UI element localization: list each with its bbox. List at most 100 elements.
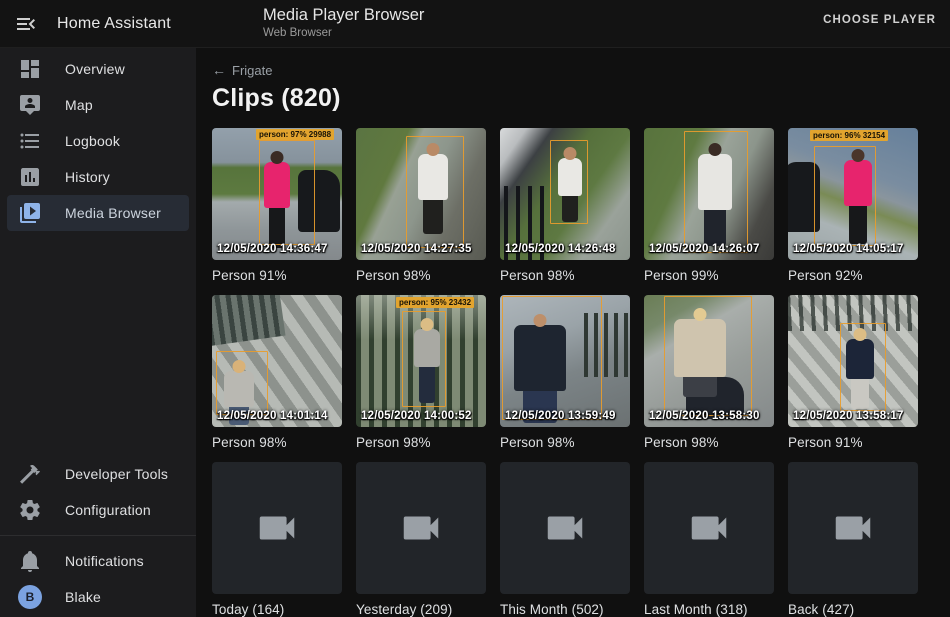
choose-player-button[interactable]: CHOOSE PLAYER (823, 14, 936, 26)
folder-back[interactable] (788, 462, 918, 594)
play-box-multiple-icon (18, 201, 42, 225)
detection-label: person: 96% 32154 (810, 130, 888, 141)
clip-timestamp: 12/05/2020 14:26:07 (649, 243, 760, 255)
chart-box-icon (18, 165, 42, 189)
detection-bbox (664, 296, 752, 416)
clip-card: 12/05/2020 14:01:14 Person 98% (212, 295, 342, 455)
page-header-subtitle: Web Browser (263, 27, 424, 39)
detection-bbox (402, 311, 446, 407)
clip-caption: Person 99% (644, 268, 774, 288)
clip-caption: Person 91% (788, 435, 918, 455)
sidebar-item-developer-tools[interactable]: Developer Tools (7, 456, 189, 492)
clip-timestamp: 12/05/2020 14:01:14 (217, 410, 328, 422)
detection-bbox (684, 131, 748, 253)
tooltip-account-icon (18, 93, 42, 117)
clip-timestamp: 12/05/2020 14:00:52 (361, 410, 472, 422)
clip-thumbnail[interactable]: 12/05/2020 14:27:35 (356, 128, 486, 260)
clip-thumbnail[interactable]: person: 97% 29988 12/05/2020 14:36:47 (212, 128, 342, 260)
clip-timestamp: 12/05/2020 14:27:35 (361, 243, 472, 255)
topbar-main: Media Player Browser Web Browser CHOOSE … (196, 0, 950, 47)
bell-icon (18, 549, 42, 573)
clip-caption: Person 91% (212, 268, 342, 288)
clip-thumbnail[interactable]: 12/05/2020 14:26:48 (500, 128, 630, 260)
clip-thumbnail[interactable]: person: 95% 23432 12/05/2020 14:00:52 (356, 295, 486, 427)
clip-thumbnail[interactable]: person: 96% 32154 12/05/2020 14:05:17 (788, 128, 918, 260)
sidebar: Overview Map Logbook History Media Brows… (0, 48, 196, 617)
clip-card: 12/05/2020 13:58:17 Person 91% (788, 295, 918, 455)
folder-this-month[interactable] (500, 462, 630, 594)
folder-label: Back (427) (788, 602, 918, 617)
folder-card: Today (164) (212, 462, 342, 617)
clip-timestamp: 12/05/2020 14:05:17 (793, 243, 904, 255)
avatar: B (18, 585, 42, 609)
sidebar-item-notifications[interactable]: Notifications (7, 543, 189, 579)
sidebar-item-map[interactable]: Map (7, 87, 189, 123)
page-header-title: Media Player Browser (263, 6, 424, 25)
sidebar-item-profile[interactable]: B Blake (7, 579, 189, 615)
folder-label: Today (164) (212, 602, 342, 617)
folder-label: This Month (502) (500, 602, 630, 617)
sidebar-item-overview[interactable]: Overview (7, 51, 189, 87)
clip-caption: Person 98% (212, 435, 342, 455)
menu-toggle-icon[interactable] (14, 12, 38, 36)
list-bulleted-icon (18, 129, 42, 153)
clip-thumbnail[interactable]: 12/05/2020 13:59:49 (500, 295, 630, 427)
clip-timestamp: 12/05/2020 13:58:30 (649, 410, 760, 422)
back-arrow-icon: ← (212, 62, 226, 78)
top-app-bar: Home Assistant Media Player Browser Web … (0, 0, 950, 48)
sidebar-item-history[interactable]: History (7, 159, 189, 195)
sidebar-item-media-browser[interactable]: Media Browser (7, 195, 189, 231)
clip-card: 12/05/2020 14:26:07 Person 99% (644, 128, 774, 288)
scene-prop (212, 295, 286, 346)
clip-timestamp: 12/05/2020 14:26:48 (505, 243, 616, 255)
clips-grid: person: 97% 29988 12/05/2020 14:36:47 Pe… (212, 128, 934, 617)
clip-thumbnail[interactable]: 12/05/2020 13:58:30 (644, 295, 774, 427)
video-icon (542, 505, 588, 551)
hammer-icon (18, 462, 42, 486)
clip-caption: Person 98% (644, 435, 774, 455)
clip-card: 12/05/2020 14:27:35 Person 98% (356, 128, 486, 288)
sidebar-item-logbook[interactable]: Logbook (7, 123, 189, 159)
clip-card: 12/05/2020 13:58:30 Person 98% (644, 295, 774, 455)
detection-bbox (550, 140, 588, 224)
video-icon (398, 505, 444, 551)
breadcrumb-back[interactable]: ← Frigate (212, 62, 272, 78)
detection-bbox (406, 136, 464, 248)
folder-card: This Month (502) (500, 462, 630, 617)
folder-label: Yesterday (209) (356, 602, 486, 617)
folder-yesterday[interactable] (356, 462, 486, 594)
clip-thumbnail[interactable]: 12/05/2020 13:58:17 (788, 295, 918, 427)
clip-timestamp: 12/05/2020 13:59:49 (505, 410, 616, 422)
detection-bbox (814, 146, 876, 246)
clip-card: person: 97% 29988 12/05/2020 14:36:47 Pe… (212, 128, 342, 288)
clip-card: 12/05/2020 14:26:48 Person 98% (500, 128, 630, 288)
back-label: Frigate (232, 63, 272, 78)
clip-caption: Person 92% (788, 268, 918, 288)
detection-label: person: 97% 29988 (256, 129, 334, 140)
view-dashboard-icon (18, 57, 42, 81)
folder-label: Last Month (318) (644, 602, 774, 617)
sidebar-item-configuration[interactable]: Configuration (7, 492, 189, 528)
detection-bbox (840, 323, 886, 411)
clip-card: person: 96% 32154 12/05/2020 14:05:17 Pe… (788, 128, 918, 288)
video-icon (686, 505, 732, 551)
clip-thumbnail[interactable]: 12/05/2020 14:26:07 (644, 128, 774, 260)
detection-bbox (216, 351, 268, 415)
video-icon (830, 505, 876, 551)
video-icon (254, 505, 300, 551)
folder-card: Yesterday (209) (356, 462, 486, 617)
sidebar-divider (0, 535, 196, 536)
detection-label: person: 95% 23432 (396, 297, 474, 308)
folder-today[interactable] (212, 462, 342, 594)
detection-bbox (502, 296, 602, 420)
detection-bbox (259, 140, 315, 245)
page-title: Clips (820) (212, 84, 934, 113)
clip-timestamp: 12/05/2020 14:36:47 (217, 243, 328, 255)
clip-card: person: 95% 23432 12/05/2020 14:00:52 Pe… (356, 295, 486, 455)
gear-icon (18, 498, 42, 522)
folder-last-month[interactable] (644, 462, 774, 594)
media-browser-content: ← Frigate Clips (820) person: 97% 29988 … (196, 48, 950, 617)
folder-card: Back (427) (788, 462, 918, 617)
clip-thumbnail[interactable]: 12/05/2020 14:01:14 (212, 295, 342, 427)
clip-caption: Person 98% (356, 435, 486, 455)
